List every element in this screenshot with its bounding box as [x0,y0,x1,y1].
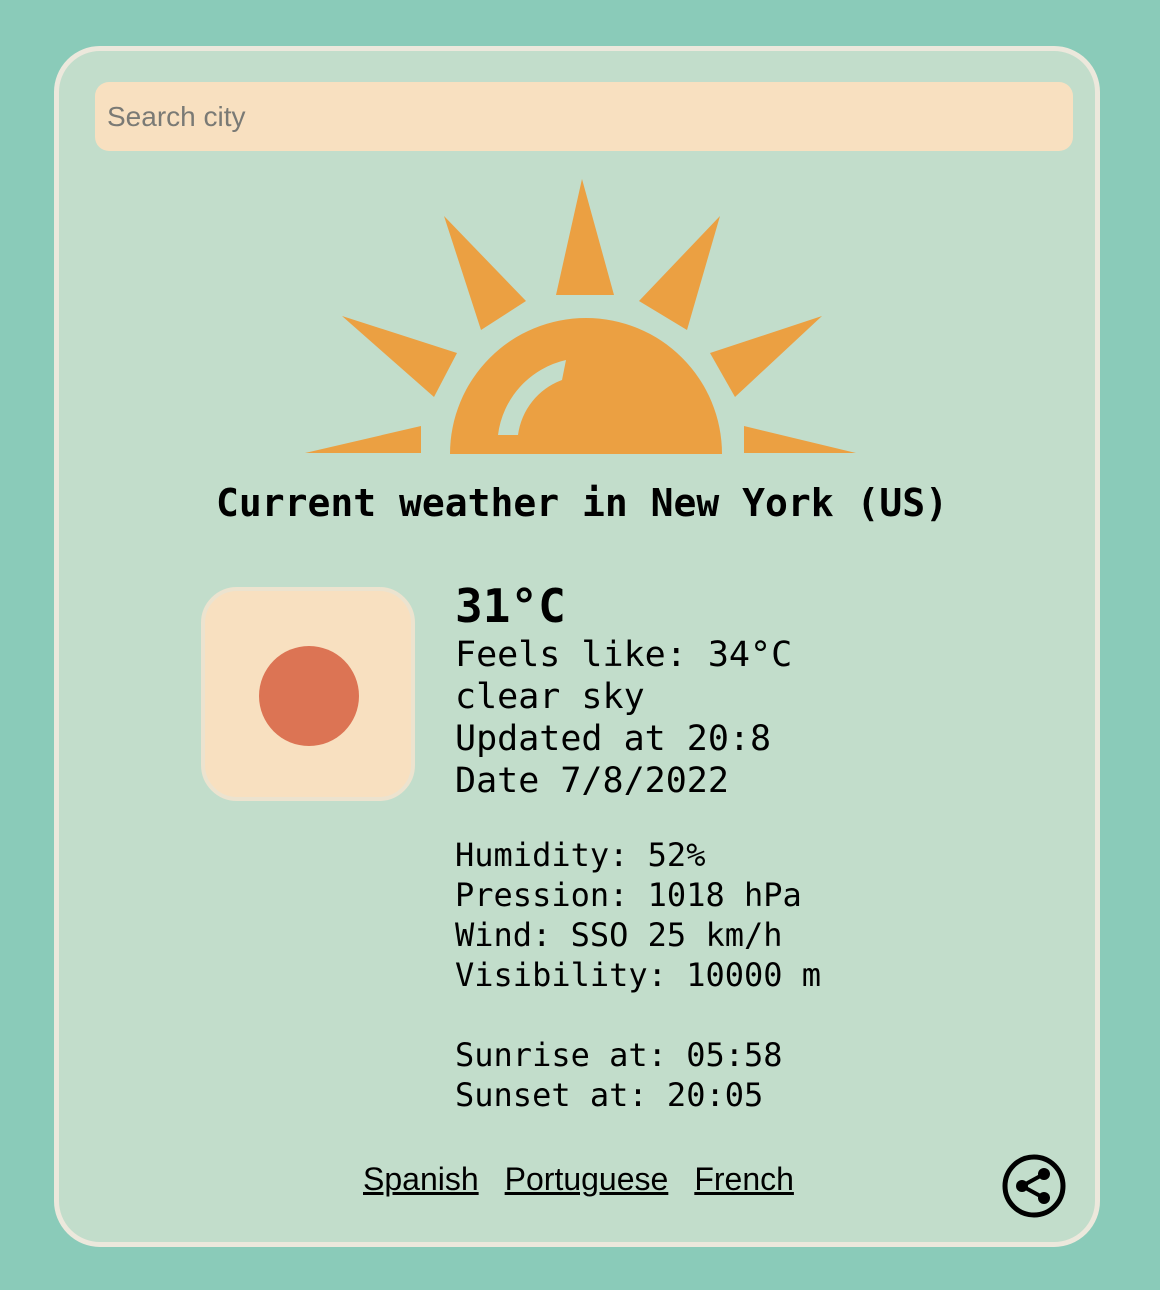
sunrise-time: Sunrise at: 05:58 [455,1036,783,1074]
language-links: Spanish Portuguese French [363,1161,794,1198]
sunset-time: Sunset at: 20:05 [455,1076,764,1114]
feels-like: Feels like: 34°C [455,635,793,675]
temperature: 31°C [455,579,566,633]
pressure: Pression: 1018 hPa [455,876,802,914]
sun-times: Sunrise at: 05:58 Sunset at: 20:05 [455,1035,783,1115]
visibility: Visibility: 10000 m [455,956,822,994]
weather-description: clear sky [455,677,645,717]
sunrise-illustration-icon [305,179,856,454]
current-conditions: 31°C Feels like: 34°C clear sky Updated … [455,578,792,802]
share-icon[interactable] [1002,1154,1066,1218]
page-title: Current weather in New York (US) [215,481,949,525]
date: Date 7/8/2022 [455,761,729,801]
wind: Wind: SSO 25 km/h [455,916,783,954]
language-link-spanish[interactable]: Spanish [363,1161,479,1198]
weather-card: Current weather in New York (US) 31°C Fe… [54,46,1100,1247]
search-input[interactable] [95,82,1073,151]
updated-time: Updated at 20:8 [455,719,772,759]
language-link-portuguese[interactable]: Portuguese [505,1161,669,1198]
language-link-french[interactable]: French [694,1161,794,1198]
weather-condition-icon-box [201,587,415,801]
sun-icon [259,646,359,746]
weather-details: Humidity: 52% Pression: 1018 hPa Wind: S… [455,835,821,995]
humidity: Humidity: 52% [455,836,706,874]
